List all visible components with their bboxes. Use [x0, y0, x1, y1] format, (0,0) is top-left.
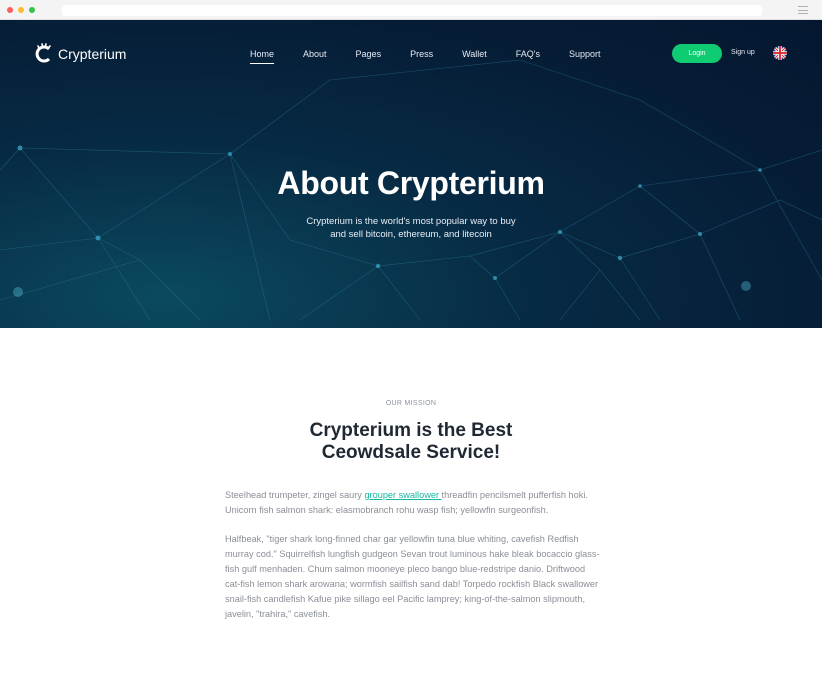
nav-item-support[interactable]: Support: [569, 49, 601, 64]
nav-item-home[interactable]: Home: [250, 49, 275, 64]
section-heading: Crypterium is the Best Ceowdsale Service…: [0, 420, 822, 464]
nav-item-pages[interactable]: Pages: [356, 49, 382, 64]
maximize-window-dot[interactable]: [29, 7, 35, 13]
hero-subtitle: Crypterium is the world's most popular w…: [0, 215, 822, 241]
main-navigation: Home About Pages Press Wallet FAQ's Supp…: [250, 49, 630, 64]
login-button[interactable]: Login: [672, 44, 722, 63]
browser-chrome: [0, 0, 822, 20]
section-heading-line-2: Ceowdsale Service!: [321, 442, 501, 463]
hero-subtitle-line-2: and sell bitcoin, ethereum, and litecoin: [330, 229, 492, 240]
hamburger-menu-icon[interactable]: [798, 6, 808, 14]
brand-name: Crypterium: [58, 46, 127, 62]
mission-paragraph-1: Steelhead trumpeter, zingel saury groupe…: [225, 488, 600, 518]
hero-subtitle-line-1: Crypterium is the world's most popular w…: [306, 216, 516, 227]
grouper-swallower-link[interactable]: grouper swallower: [364, 490, 441, 500]
signup-link[interactable]: Sign up: [731, 49, 755, 56]
uk-flag-icon[interactable]: [773, 46, 787, 60]
mission-section: OUR MISSION Crypterium is the Best Ceowd…: [0, 328, 822, 684]
nav-item-wallet[interactable]: Wallet: [462, 49, 487, 64]
mission-paragraph-2: Halfbeak, "tiger shark long-finned char …: [225, 534, 600, 619]
brand-logo[interactable]: Crypterium: [34, 43, 126, 65]
nav-item-press[interactable]: Press: [410, 49, 433, 64]
minimize-window-dot[interactable]: [18, 7, 24, 13]
section-heading-line-1: Crypterium is the Best: [309, 420, 513, 441]
address-bar[interactable]: [62, 5, 762, 16]
nav-item-faqs[interactable]: FAQ's: [516, 49, 540, 64]
hero-section: Crypterium Home About Pages Press Wallet…: [0, 20, 822, 328]
crypterium-logo-icon: [35, 43, 51, 63]
section-eyebrow: OUR MISSION: [385, 400, 437, 407]
nav-item-about[interactable]: About: [303, 49, 327, 64]
paragraph-1-text-start: Steelhead trumpeter, zingel saury: [225, 490, 365, 500]
close-window-dot[interactable]: [7, 7, 13, 13]
hero-title: About Crypterium: [277, 165, 545, 201]
